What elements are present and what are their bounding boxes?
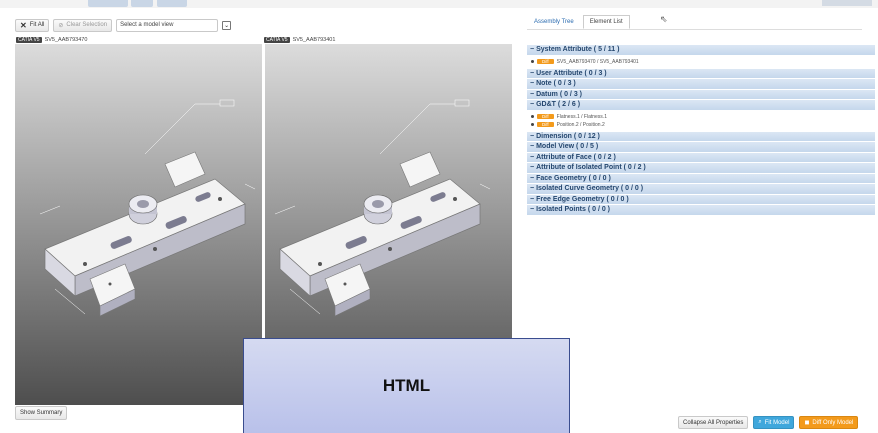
mouse-cursor-icon: ⇖ xyxy=(660,14,668,24)
show-summary-label: Show Summary xyxy=(20,410,63,416)
section-label: Face Geometry ( 0 / 0 ) xyxy=(536,174,611,182)
section-label: Attribute of Face ( 0 / 2 ) xyxy=(536,153,616,161)
diff-only-button[interactable]: ◼ Diff Only Model xyxy=(799,416,859,429)
left-model-tag: CATIA V5 xyxy=(16,37,42,43)
section-isolated-curve-geometry[interactable]: − Isolated Curve Geometry ( 0 / 0 ) xyxy=(527,184,875,194)
section-gdt[interactable]: − GD&T ( 2 / 6 ) xyxy=(527,100,875,110)
bullet-icon xyxy=(531,115,534,118)
section-attribute-of-face[interactable]: − Attribute of Face ( 0 / 2 ) xyxy=(527,152,875,162)
top-tab[interactable] xyxy=(157,0,187,7)
section-attribute-of-isolated-point[interactable]: − Attribute of Isolated Point ( 0 / 2 ) xyxy=(527,163,875,173)
overlay-label: HTML xyxy=(382,376,431,395)
diff-badge: Diff xyxy=(537,59,554,64)
section-label: Note ( 0 / 3 ) xyxy=(536,80,576,87)
collapse-all-button[interactable]: Collapse All Properties xyxy=(678,416,749,429)
right-model-tag: CATIA V5 xyxy=(264,37,290,43)
right-model-name: SV5_AAB793401 xyxy=(292,37,336,43)
diff-icon: ◼ xyxy=(804,420,810,426)
left-model-label: CATIA V5 SV5_AAB793470 xyxy=(16,37,87,43)
clear-selection-button[interactable]: ⊘ Clear Selection xyxy=(53,18,113,32)
item-text: SV5_AAB793470 / SV5_AAB793401 xyxy=(556,58,639,65)
list-item[interactable]: Diff Position.2 / Position.2 xyxy=(527,121,875,129)
search-icon: ⌕ xyxy=(758,419,762,425)
chevron-down-icon[interactable]: ⌄ xyxy=(222,20,232,30)
section-face-geometry[interactable]: − Face Geometry ( 0 / 0 ) xyxy=(527,173,875,183)
list-item[interactable]: Diff SV5_AAB793470 / SV5_AAB793401 xyxy=(527,58,875,66)
top-tab[interactable] xyxy=(131,0,153,7)
collapse-all-label: Collapse All Properties xyxy=(683,419,744,426)
section-model-view[interactable]: − Model View ( 0 / 5 ) xyxy=(527,142,875,152)
tab-divider xyxy=(527,29,862,30)
section-label: Datum ( 0 / 3 ) xyxy=(536,90,582,98)
left-part-render xyxy=(39,99,256,317)
model-view-select[interactable]: Select a model view xyxy=(116,18,219,32)
show-summary-button[interactable]: Show Summary xyxy=(15,406,68,420)
element-list: − System Attribute ( 5 / 11 ) Diff SV5_AA… xyxy=(527,45,875,216)
top-right-control[interactable] xyxy=(822,0,872,6)
clear-selection-icon: ⊘ xyxy=(58,22,64,29)
bullet-icon xyxy=(531,60,534,63)
section-system-attribute[interactable]: − System Attribute ( 5 / 11 ) xyxy=(527,45,875,55)
section-isolated-points[interactable]: − Isolated Points ( 0 / 0 ) xyxy=(527,205,875,215)
gdt-items: Diff Flatness.1 / Flatness.1 Diff Positi… xyxy=(527,111,875,132)
tab-element-list[interactable]: Element List xyxy=(582,15,630,29)
fit-model-label: Fit Model xyxy=(764,419,790,426)
compare-toolbar: ✕ Fit All ⊘ Clear Selection Select a mod… xyxy=(15,18,232,32)
tab-assembly-tree-label: Assembly Tree xyxy=(534,19,574,25)
section-dimension[interactable]: − Dimension ( 0 / 12 ) xyxy=(527,131,875,141)
fit-all-button[interactable]: ✕ Fit All xyxy=(15,18,50,32)
system-attribute-items: Diff SV5_AAB793470 / SV5_AAB793401 xyxy=(527,56,875,69)
section-note[interactable]: − Note ( 0 / 3 ) xyxy=(527,79,875,89)
html-overlay-box: HTML xyxy=(243,338,570,433)
section-label: User Attribute ( 0 / 3 ) xyxy=(536,69,607,77)
section-label: GD&T ( 2 / 6 ) xyxy=(536,101,581,108)
left-model-name: SV5_AAB793470 xyxy=(44,37,88,43)
list-item[interactable]: Diff Flatness.1 / Flatness.1 xyxy=(527,113,875,121)
item-text: Flatness.1 / Flatness.1 xyxy=(556,113,607,120)
bullet-icon xyxy=(531,123,534,126)
tab-element-list-label: Element List xyxy=(589,19,623,25)
section-datum[interactable]: − Datum ( 0 / 3 ) xyxy=(527,89,875,99)
diff-only-label: Diff Only Model xyxy=(812,419,854,426)
model-view-select-value: Select a model view xyxy=(120,22,174,28)
left-model-viewport[interactable] xyxy=(15,44,262,405)
diff-badge: Diff xyxy=(537,122,554,127)
top-strip xyxy=(0,0,878,8)
diff-badge: Diff xyxy=(537,114,554,119)
fit-model-button[interactable]: ⌕ Fit Model xyxy=(753,416,795,429)
section-label: Isolated Points ( 0 / 0 ) xyxy=(536,206,610,213)
section-label: Model View ( 0 / 5 ) xyxy=(536,143,599,150)
fit-all-label: Fit All xyxy=(29,22,45,28)
right-model-label: CATIA V5 SV5_AAB793401 xyxy=(264,37,335,43)
item-text: Position.2 / Position.2 xyxy=(556,121,605,128)
tab-assembly-tree[interactable]: Assembly Tree xyxy=(527,15,581,29)
section-label: Attribute of Isolated Point ( 0 / 2 ) xyxy=(536,164,646,171)
section-label: Free Edge Geometry ( 0 / 0 ) xyxy=(536,195,629,203)
bottom-actions: Collapse All Properties ⌕ Fit Model ◼ Di… xyxy=(678,416,859,429)
section-user-attribute[interactable]: − User Attribute ( 0 / 3 ) xyxy=(527,68,875,78)
fit-all-icon: ✕ xyxy=(20,20,27,30)
panel-tabs: Assembly Tree Element List xyxy=(527,15,630,29)
section-label: Isolated Curve Geometry ( 0 / 0 ) xyxy=(536,185,644,192)
clear-selection-label: Clear Selection xyxy=(66,22,108,28)
top-tab[interactable] xyxy=(88,0,128,7)
section-label: Dimension ( 0 / 12 ) xyxy=(536,132,600,140)
section-free-edge-geometry[interactable]: − Free Edge Geometry ( 0 / 0 ) xyxy=(527,194,875,204)
section-label: System Attribute ( 5 / 11 ) xyxy=(536,46,620,53)
